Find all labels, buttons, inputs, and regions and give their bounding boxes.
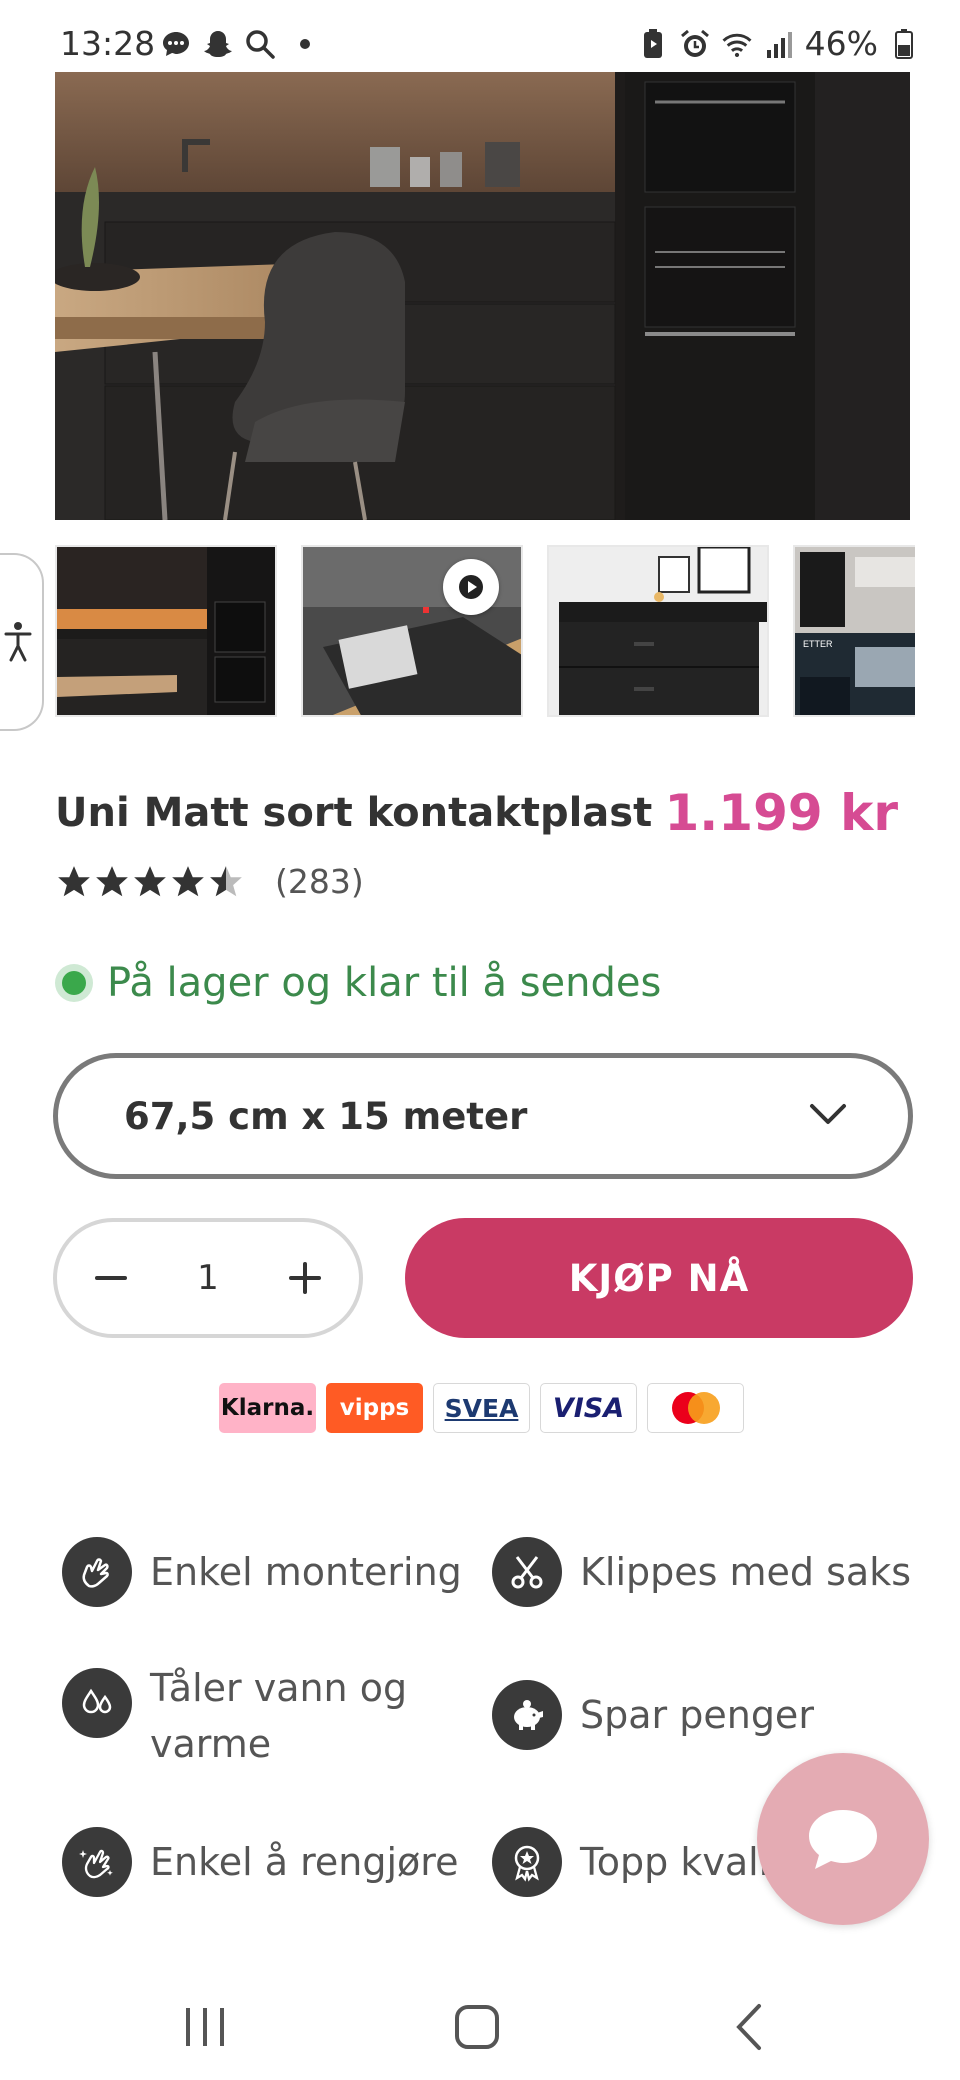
feature-label: Enkel montering [150, 1550, 462, 1594]
battery-percent: 46% [804, 24, 878, 63]
battery-icon [888, 28, 920, 60]
feature-save-money: Spar penger [492, 1680, 814, 1750]
chat-bubble-icon [809, 1810, 877, 1869]
messages-icon [160, 28, 192, 60]
hand-gesture-icon [62, 1537, 132, 1607]
play-icon [459, 575, 483, 599]
accessibility-button[interactable] [0, 553, 44, 731]
signal-icon [763, 28, 795, 60]
search-icon [244, 28, 276, 60]
star-icon [58, 865, 90, 896]
accessibility-icon [4, 622, 32, 662]
scissors-icon [492, 1537, 562, 1607]
product-price: 1.199 kr [664, 784, 898, 842]
thumbnail-strip: ETTER [55, 545, 915, 717]
mastercard-logo [647, 1383, 744, 1433]
home-button[interactable] [452, 2002, 502, 2052]
video-thumbnail[interactable] [301, 545, 523, 717]
product-title: Uni Matt sort kontaktplast [55, 790, 653, 836]
visa-logo: VISA [540, 1383, 637, 1433]
more-notifications-dot [300, 39, 310, 49]
decrease-quantity-button[interactable] [91, 1258, 131, 1298]
feature-easy-to-clean: Enkel å rengjøre [62, 1827, 458, 1897]
back-icon [736, 2004, 761, 2050]
thumbnail-badge: ETTER [803, 639, 833, 649]
feature-water-heat-resistant: Tåler vann og varme [62, 1660, 410, 1772]
cleaning-hand-icon [62, 1827, 132, 1897]
star-icon [172, 865, 204, 896]
feature-cut-with-scissors: Klippes med saks [492, 1537, 911, 1607]
review-count[interactable]: (283) [275, 862, 364, 901]
notification-icons [160, 28, 310, 60]
back-button[interactable] [725, 2002, 775, 2052]
buy-now-button[interactable]: KJØP NÅ [405, 1218, 913, 1338]
plus-icon [288, 1262, 321, 1294]
dresser-thumbnail[interactable] [547, 545, 769, 717]
play-video-button[interactable] [443, 559, 499, 615]
kitchen-thumbnail[interactable] [55, 545, 277, 717]
feature-label: Klippes med saks [580, 1550, 912, 1594]
size-select[interactable]: 67,5 cm x 15 meter [53, 1053, 913, 1179]
home-icon [455, 2005, 499, 2049]
payment-methods: Klarna. vipps SVEA VISA [219, 1383, 744, 1433]
rating-stars [55, 863, 245, 901]
recent-apps-icon [186, 2008, 224, 2046]
svea-logo: SVEA [433, 1383, 530, 1433]
quantity-value[interactable]: 1 [197, 1258, 219, 1298]
system-navigation-bar [0, 1980, 960, 2080]
feature-label: Tåler vann og varme [150, 1666, 408, 1766]
alarm-icon [679, 28, 711, 60]
quality-badge-icon [492, 1827, 562, 1897]
battery-saver-icon [637, 28, 669, 60]
in-stock-dot-icon [55, 964, 93, 1002]
wifi-icon [721, 28, 753, 60]
water-drops-icon [62, 1668, 132, 1738]
feature-label: Enkel å rengjøre [150, 1840, 459, 1884]
vipps-logo: vipps [326, 1383, 423, 1433]
increase-quantity-button[interactable] [285, 1258, 325, 1298]
klarna-logo: Klarna. [219, 1383, 316, 1433]
chat-button[interactable] [757, 1753, 929, 1925]
feature-easy-mounting: Enkel montering [62, 1537, 462, 1607]
quantity-stepper: 1 [53, 1218, 363, 1338]
recent-apps-button[interactable] [180, 2002, 230, 2052]
status-time: 13:28 [60, 24, 156, 63]
star-icon [96, 865, 128, 896]
product-rating[interactable]: (283) [55, 862, 364, 901]
before-after-thumbnail[interactable]: ETTER [793, 545, 915, 717]
minus-icon [95, 1276, 127, 1280]
half-star-icon [210, 865, 242, 896]
snapchat-icon [202, 28, 234, 60]
chevron-down-icon [810, 1104, 846, 1124]
feature-label: Spar penger [580, 1693, 814, 1737]
stock-text: På lager og klar til å sendes [107, 960, 662, 1006]
star-icon [134, 865, 166, 896]
product-main-image[interactable] [55, 72, 910, 520]
piggy-bank-icon [492, 1680, 562, 1750]
system-icons: 46% [637, 24, 920, 63]
size-selected-value: 67,5 cm x 15 meter [124, 1094, 528, 1138]
stock-status: På lager og klar til å sendes [55, 960, 661, 1006]
